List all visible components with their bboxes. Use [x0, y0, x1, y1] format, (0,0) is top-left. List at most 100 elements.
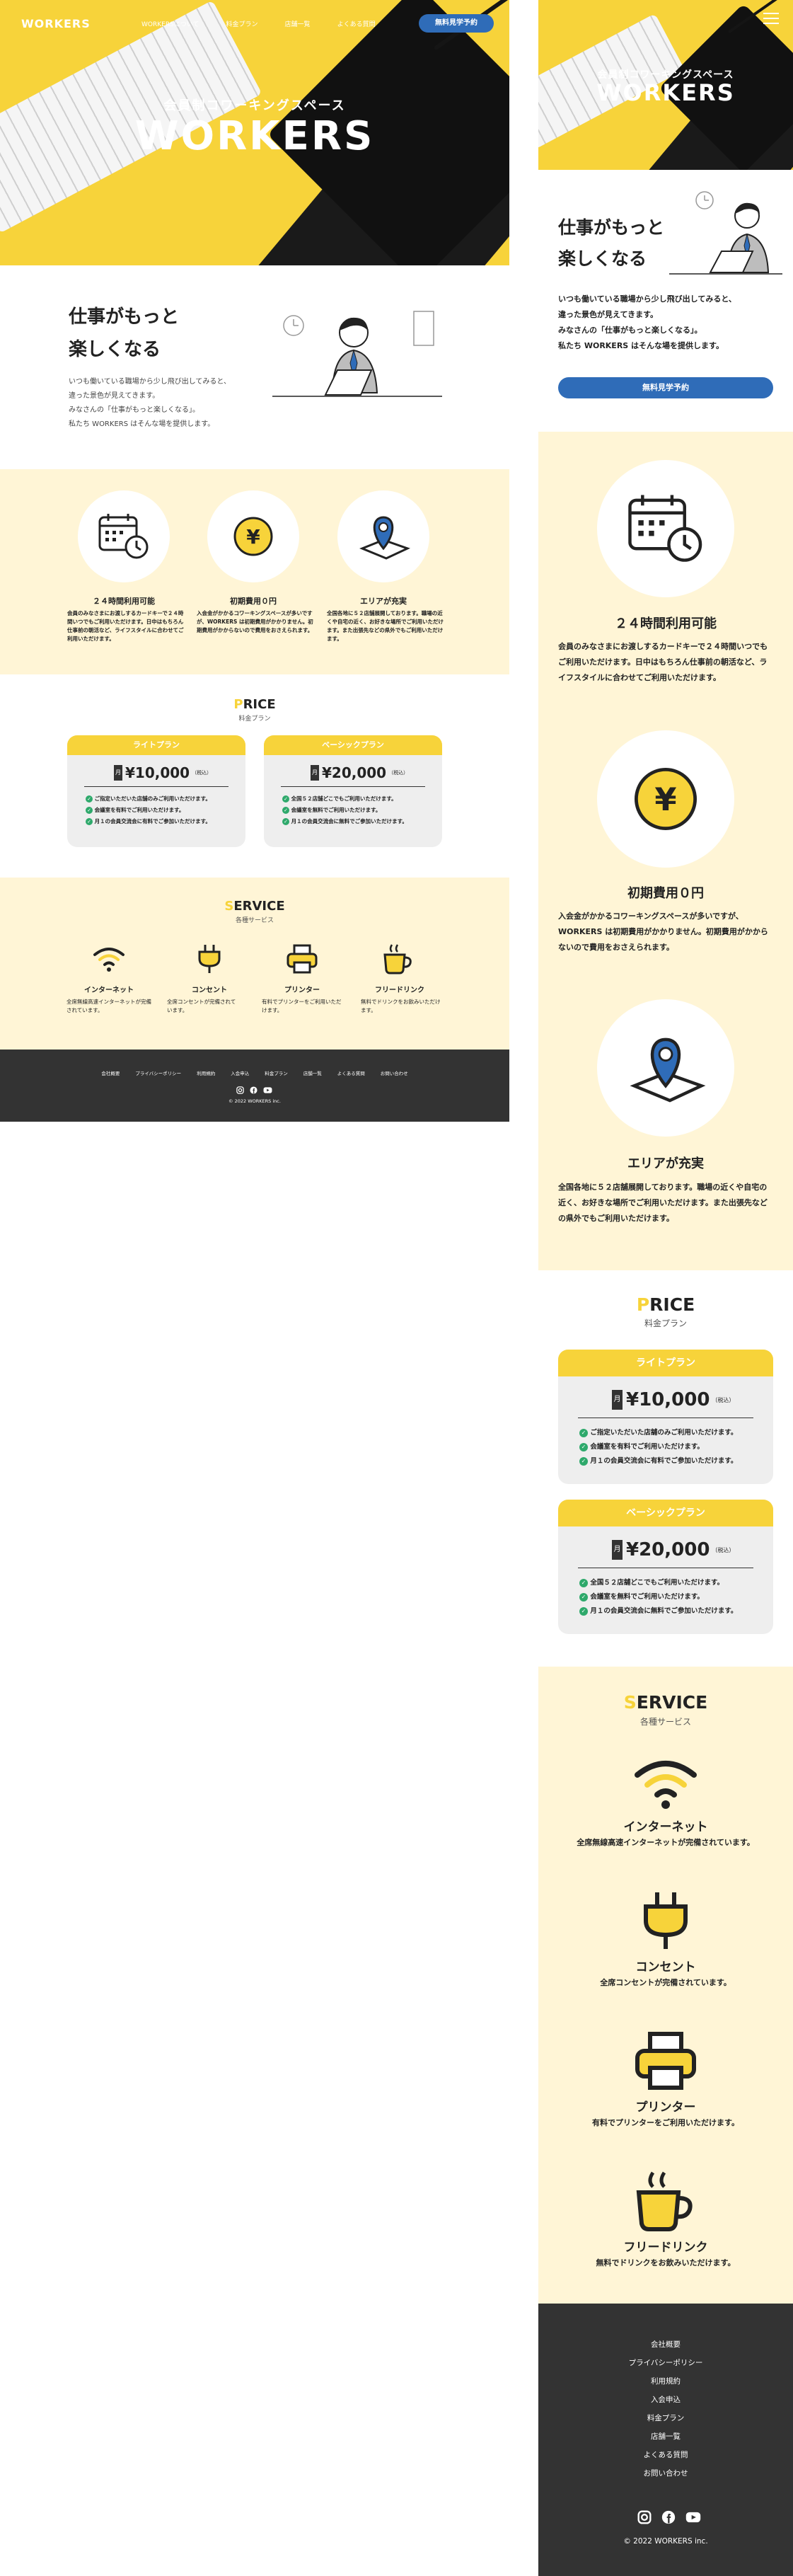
plan-price: ¥20,000	[322, 764, 387, 781]
feature-text: 会員のみなさまにお渡しするカードキーで２４時間いつでもご利用いただけます。日中は…	[558, 642, 768, 682]
plan-features: ✓ 全国５２店舗どこでもご利用いただけます。 ✓ 会議室を無料でご利用いただけま…	[579, 1576, 737, 1618]
price-title-rest: RICE	[649, 1294, 695, 1315]
feature-text: 全国各地に５２店舗展開しております。職場の近くや自宅の近く、お好きな場所でご利用…	[558, 1183, 768, 1223]
youtube-icon[interactable]	[263, 1086, 272, 1094]
coffee-icon	[383, 944, 412, 974]
footer-link[interactable]: 店舗一覧	[538, 2427, 793, 2446]
price-title: PRICE	[538, 1294, 793, 1315]
hero-subtitle: 会員制コワーキングスペース	[163, 98, 346, 113]
feature-text: 入会金がかかるコワーキングスペースが多いですが、WORKERS は初期費用がかか…	[197, 610, 313, 633]
nav-item-about[interactable]: WORKERSについて	[141, 19, 199, 28]
feature-icon-circle	[597, 999, 734, 1137]
plan-card: ベーシックプラン 月 ¥20,000 （税込） ✓ 全国５２店舗どこでもご利用い…	[558, 1500, 773, 1634]
footer-link[interactable]: プライバシーポリシー	[135, 1069, 181, 1076]
service-title-rest: ERVICE	[233, 899, 285, 914]
service-text: 無料でドリンクをお飲みいただけます。	[361, 999, 441, 1013]
intro-body: いつも働いている職場から少し飛び出してみると、 違った景色が見えてきます。 みな…	[69, 375, 231, 432]
desktop-logo[interactable]: WORKERS	[21, 17, 91, 30]
feature-icon-circle	[337, 490, 429, 582]
feature-text: 会員のみなさまにお渡しするカードキーで２４時間いつでもご利用いただけます。日中は…	[67, 610, 184, 642]
service-text: 有料でプリンターをご利用いただけます。	[262, 999, 342, 1013]
feature-title: 初期費用０円	[230, 597, 277, 606]
footer-link[interactable]: よくある質問	[337, 1069, 365, 1076]
mobile-reserve-button[interactable]: 無料見学予約	[558, 377, 773, 398]
intro-body-line3: みなさんの「仕事がもっと楽しくなる」。	[558, 326, 702, 335]
service-title-item: プリンター	[635, 2100, 696, 2115]
service-title: SERVICE	[538, 1692, 793, 1713]
desktop-service: SERVICE 各種サービス インターネット 全席無線高速インターネットが完備さ…	[0, 878, 509, 1050]
desktop-intro: 仕事がもっと 楽しくなる いつも働いている職場から少し飛び出してみると、 違った…	[0, 265, 509, 469]
service-title-rest: ERVICE	[636, 1692, 708, 1713]
footer-link[interactable]: 入会申込	[538, 2391, 793, 2409]
footer-link[interactable]: 料金プラン	[538, 2409, 793, 2427]
footer-link[interactable]: 会社概要	[538, 2335, 793, 2354]
plug-icon	[198, 945, 221, 973]
footer-link[interactable]: お問い合わせ	[538, 2464, 793, 2483]
instagram-icon[interactable]	[637, 2510, 652, 2524]
check-icon: ✓	[282, 795, 289, 803]
feature-title: 初期費用０円	[627, 886, 704, 901]
plan-feature: 会議室を有料でご利用いただけます。	[590, 1443, 704, 1451]
feature-icon-circle	[597, 460, 734, 597]
youtube-icon[interactable]	[685, 2510, 701, 2524]
footer-links: 会社概要 プライバシーポリシー 利用規約 入会申込 料金プラン 店舗一覧 よくあ…	[0, 1069, 509, 1076]
nav-item-stores[interactable]: 店舗一覧	[285, 19, 311, 28]
plan-divider	[84, 786, 228, 787]
wifi-icon	[635, 1761, 697, 1809]
footer-link[interactable]: 料金プラン	[265, 1069, 288, 1076]
intro-body-line1: いつも働いている職場から少し飛び出してみると、	[69, 378, 231, 386]
footer-link[interactable]: 利用規約	[538, 2372, 793, 2391]
facebook-icon[interactable]	[661, 2510, 676, 2524]
facebook-icon[interactable]	[250, 1086, 257, 1094]
price-title-rest: RICE	[243, 697, 276, 712]
footer-link[interactable]: 店舗一覧	[303, 1069, 322, 1076]
mobile-intro: 仕事がもっと 楽しくなる いつも働いている職場から少し飛び出してみると、 違った…	[538, 170, 793, 432]
desktop-view: WORKERS WORKERSについて 料金プラン 店舗一覧 よくある質問 無料…	[0, 0, 509, 1122]
map-pin-icon	[630, 1037, 706, 1103]
mobile-service: SERVICE 各種サービス インターネット 全席無線高速インターネットが完備さ…	[538, 1667, 793, 2304]
plan-feature: 会議室を無料でご利用いただけます。	[590, 1593, 704, 1601]
plan-card: ライトプラン 月 ¥10,000 （税込） ✓ ご指定いただいた店舗のみご利用い…	[558, 1350, 773, 1484]
footer-link[interactable]: プライバシーポリシー	[538, 2354, 793, 2372]
desktop-features: ２４時間利用可能 会員のみなさまにお渡しするカードキーで２４時間いつでもご利用い…	[0, 469, 509, 674]
worker-illustration	[272, 311, 442, 397]
intro-heading-line1: 仕事がもっと	[558, 217, 665, 238]
footer-link[interactable]: 会社概要	[101, 1069, 120, 1076]
feature-icon-circle: ¥	[597, 730, 734, 868]
nav-reserve-button[interactable]: 無料見学予約	[419, 14, 494, 33]
plan-price-row: 月 ¥20,000 （税込）	[612, 1539, 734, 1560]
check-icon: ✓	[579, 1429, 588, 1437]
service-title-item: プリンター	[284, 987, 320, 994]
footer-link[interactable]: お問い合わせ	[381, 1069, 408, 1076]
feature-icon-circle: ¥	[207, 490, 299, 582]
plan-feature: ご指定いただいた店舗のみご利用いただけます。	[590, 1429, 738, 1437]
footer-link[interactable]: 入会申込	[231, 1069, 249, 1076]
price-title-first: P	[636, 1294, 650, 1315]
nav-item-faq[interactable]: よくある質問	[337, 19, 376, 28]
footer-link[interactable]: よくある質問	[538, 2446, 793, 2464]
plan-price-row: 月 ¥10,000 （税込）	[114, 764, 212, 781]
mobile-features: ２４時間利用可能 会員のみなさまにお渡しするカードキーで２４時間いつでもご利用い…	[538, 432, 793, 1270]
instagram-icon[interactable]	[236, 1086, 244, 1094]
mobile-price: PRICE 料金プラン ライトプラン 月 ¥10,000 （税込） ✓ ご指定い…	[538, 1270, 793, 1667]
footer-copyright: © 2022 WORKERS inc.	[228, 1098, 281, 1104]
plan-name: ライトプラン	[67, 735, 245, 755]
plan-price-row: 月 ¥20,000 （税込）	[311, 764, 408, 781]
desktop-hero: WORKERS WORKERSについて 料金プラン 店舗一覧 よくある質問 無料…	[0, 0, 509, 265]
check-icon: ✓	[86, 818, 93, 825]
plan-feature: 月１の会員交流会に有料でご参加いただけます。	[590, 1457, 738, 1465]
plan-features: ✓ ご指定いただいた店舗のみご利用いただけます。 ✓ 会議室を有料でご利用いただ…	[86, 793, 211, 827]
intro-body-line1: いつも働いている職場から少し飛び出してみると、	[558, 294, 736, 304]
plan-price: ¥20,000	[626, 1539, 710, 1560]
intro-body-line2: 違った景色が見えてきます。	[558, 310, 659, 319]
svg-text:¥: ¥	[654, 781, 676, 818]
feature-title: エリアが充実	[627, 1156, 704, 1171]
plan-price: ¥10,000	[626, 1389, 710, 1410]
wifi-icon	[93, 948, 125, 972]
service-text: 全席無線高速インターネットが完備されています。	[577, 1838, 755, 1847]
feature-title: ２４時間利用可能	[93, 597, 155, 606]
mobile-menu-icon[interactable]	[763, 13, 779, 24]
nav-item-price[interactable]: 料金プラン	[226, 19, 258, 28]
service-text: 全席無線高速インターネットが完備されています。	[66, 999, 151, 1013]
footer-link[interactable]: 利用規約	[197, 1069, 215, 1076]
